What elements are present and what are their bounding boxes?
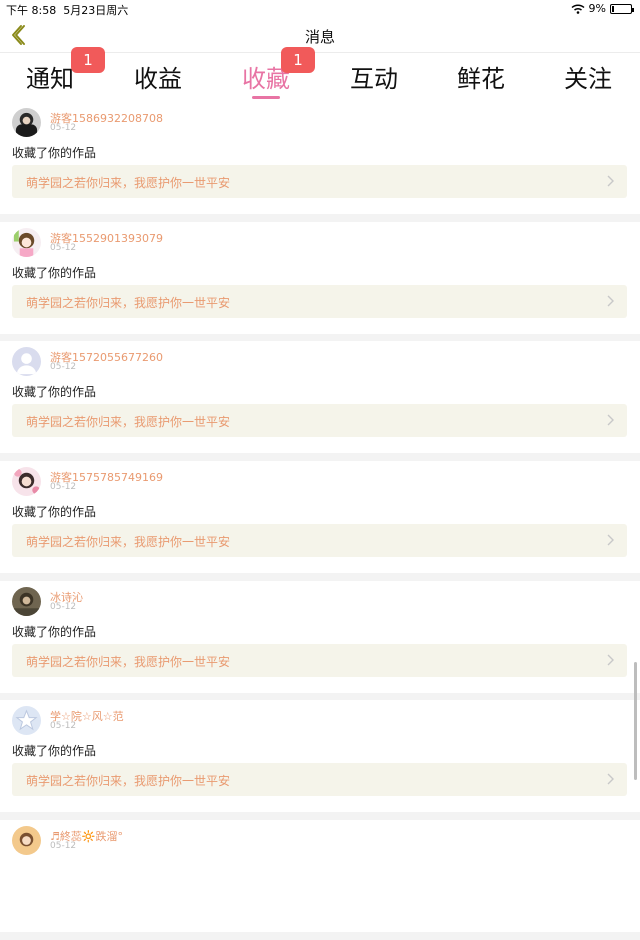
action-text: 收藏了你的作品 (12, 744, 97, 759)
battery-percent: 9% (588, 2, 606, 15)
message-date: 05-12 (50, 123, 77, 133)
tab-1[interactable]: 收益 (118, 59, 198, 99)
action-text: 收藏了你的作品 (12, 385, 97, 400)
tab-bar: 通知 1 收益 收藏 1 互动 鲜花 关注 (0, 47, 640, 102)
chevron-right-icon (607, 534, 614, 546)
message-card: 游客1552901393079 05-12 收藏了你的作品 萌学园之若你归来，我愿护你… (0, 221, 640, 334)
chevron-right-icon (607, 295, 614, 307)
avatar[interactable] (12, 108, 41, 137)
tab-0[interactable]: 通知 1 (10, 47, 105, 99)
tab-label: 收益 (134, 65, 182, 93)
action-text: 收藏了你的作品 (12, 505, 97, 520)
work-title: 萌学园之若你归来，我愿护你一世平安 (26, 415, 231, 430)
avatar[interactable] (12, 706, 41, 736)
chevron-right-icon (607, 654, 614, 666)
tab-3[interactable]: 互动 (334, 59, 414, 99)
work-link[interactable]: 萌学园之若你归来，我愿护你一世平安 (12, 284, 627, 318)
action-text: 收藏了你的作品 (12, 146, 97, 160)
work-title: 萌学园之若你归来，我愿护你一世平安 (26, 774, 231, 789)
avatar[interactable] (12, 586, 41, 616)
action-text: 收藏了你的作品 (12, 265, 97, 280)
status-indicators: 9% (571, 2, 634, 15)
action-text: 收藏了你的作品 (12, 624, 97, 639)
message-date: 05-12 (50, 601, 77, 612)
scrollbar[interactable] (634, 662, 637, 780)
battery-icon (610, 3, 634, 14)
tab-4[interactable]: 鲜花 (441, 59, 521, 99)
work-link[interactable]: 萌学园之若你归来，我愿护你一世平安 (12, 524, 627, 558)
tab-label: 关注 (564, 65, 612, 93)
wifi-icon (571, 3, 585, 14)
work-link[interactable]: 萌学园之若你归来，我愿护你一世平安 (12, 763, 627, 797)
message-card: 冰诗沁 05-12 收藏了你的作品 萌学园之若你归来，我愿护你一世平安 (0, 580, 640, 693)
message-card: 游客1572055677260 05-12 收藏了你的作品 萌学园之若你归来，我愿护你… (0, 341, 640, 454)
tab-label: 通知 (26, 65, 74, 93)
message-date: 05-12 (50, 362, 77, 373)
unread-badge: 1 (71, 47, 105, 73)
message-card: 游客1586932208708 05-12 收藏了你的作品 萌学园之若你归来，我愿护你… (0, 102, 640, 214)
tab-active-indicator (252, 96, 280, 99)
work-title: 萌学园之若你归来，我愿护你一世平安 (26, 535, 231, 550)
avatar[interactable] (12, 227, 41, 257)
message-card: ♬終蕊🔆跌溜° 05-12 (0, 820, 640, 933)
page-title: 消息 (304, 28, 335, 46)
status-bar: 下午 8:58 5月23日周六 9% (0, 0, 640, 18)
chevron-right-icon (607, 773, 614, 785)
avatar[interactable] (12, 347, 41, 377)
chevron-right-icon (607, 414, 614, 426)
message-list: 游客1586932208708 05-12 收藏了你的作品 萌学园之若你归来，我愿护你… (0, 102, 640, 940)
tab-5[interactable]: 关注 (548, 59, 628, 99)
message-date: 05-12 (50, 482, 77, 493)
avatar[interactable] (12, 467, 41, 497)
status-time: 下午 8:58 5月23日周六 (6, 4, 129, 17)
work-link[interactable]: 萌学园之若你归来，我愿护你一世平安 (12, 643, 627, 677)
tab-2[interactable]: 收藏 1 (226, 47, 315, 99)
battery-fill (612, 5, 614, 12)
message-card: 游客1575785749169 05-12 收藏了你的作品 萌学园之若你归来，我愿护你… (0, 461, 640, 574)
work-link[interactable]: 萌学园之若你归来，我愿护你一世平安 (12, 404, 627, 438)
work-link[interactable]: 萌学园之若你归来，我愿护你一世平安 (12, 165, 627, 198)
unread-badge: 1 (281, 47, 315, 73)
chevron-right-icon (607, 175, 614, 187)
tab-label: 互动 (350, 65, 398, 93)
work-title: 萌学园之若你归来，我愿护你一世平安 (26, 295, 231, 310)
message-date: 05-12 (50, 841, 77, 852)
work-title: 萌学园之若你归来，我愿护你一世平安 (26, 176, 231, 190)
message-date: 05-12 (50, 721, 77, 732)
avatar[interactable] (12, 826, 41, 856)
message-card: 学☆院☆风☆范 05-12 收藏了你的作品 萌学园之若你归来，我愿护你一世平安 (0, 700, 640, 813)
work-title: 萌学园之若你归来，我愿护你一世平安 (26, 654, 231, 669)
message-date: 05-12 (50, 242, 77, 253)
tab-label: 鲜花 (457, 65, 505, 93)
